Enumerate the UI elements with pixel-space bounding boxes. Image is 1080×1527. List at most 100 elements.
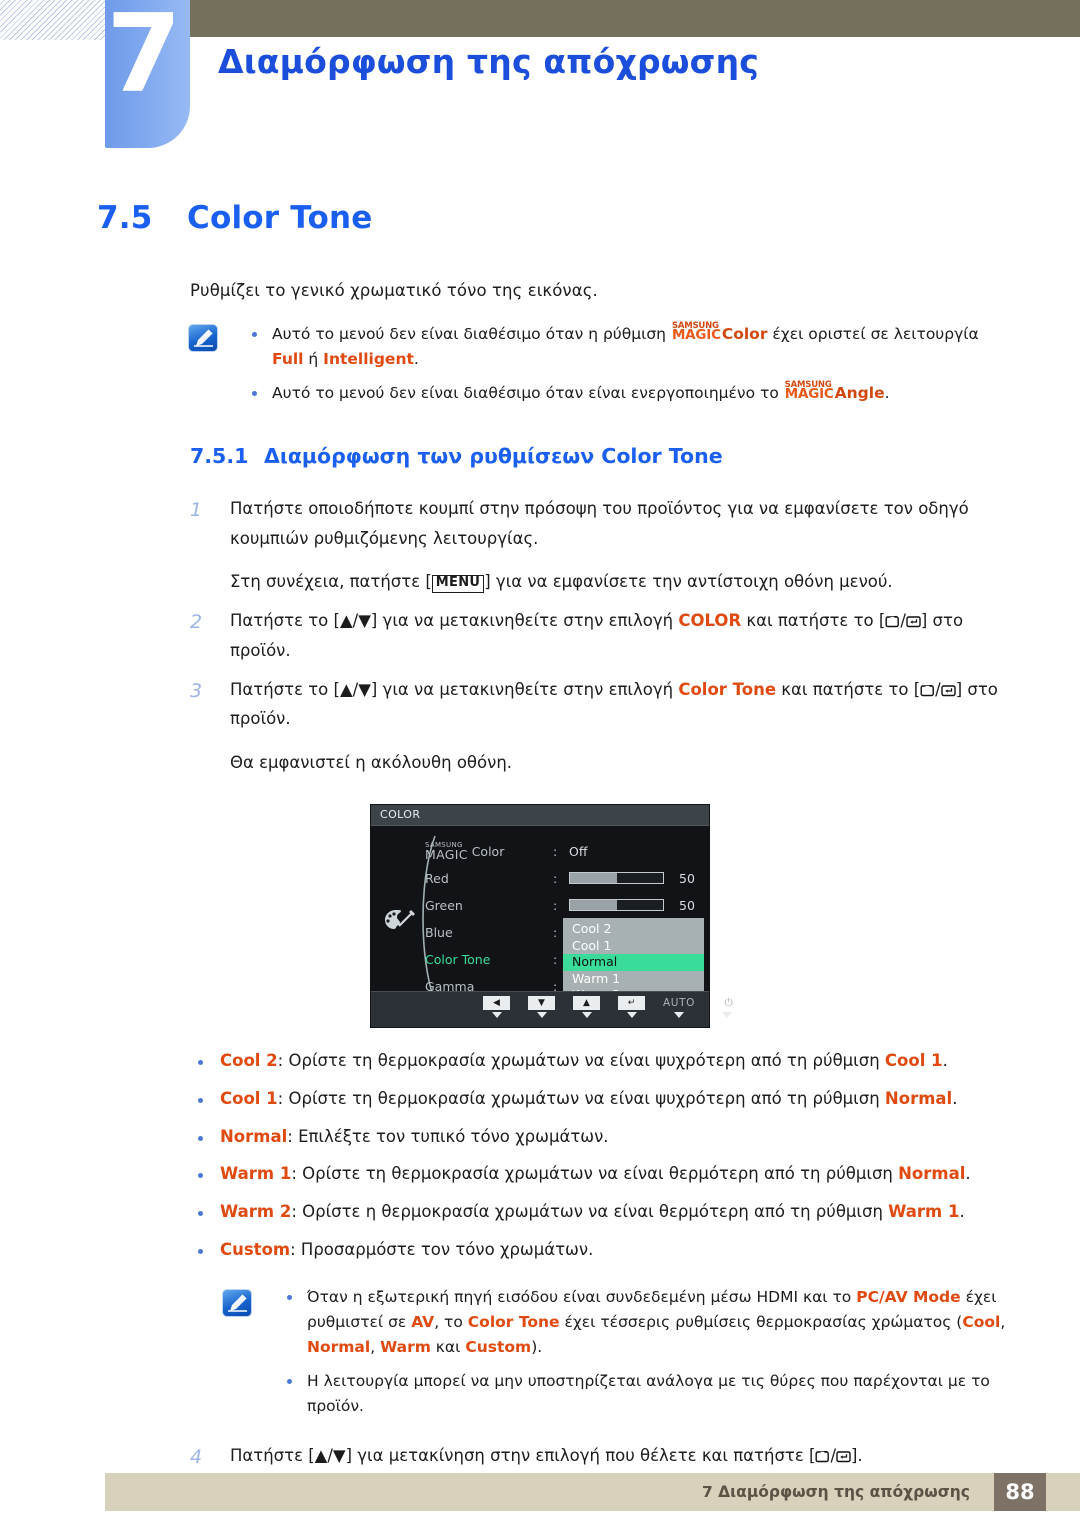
option-text: Ορίστε η θερμοκρασία χρωμάτων να είναι θ…	[302, 1202, 889, 1222]
step-prefix: Πατήστε το [▲/▼] για να μετακινηθείτε στ…	[230, 611, 679, 631]
osd-colon: :	[553, 871, 558, 887]
option-normal: Normal: Επιλέξτε τον τυπικό τόνο χρωμάτω…	[190, 1125, 1005, 1150]
step-4: 4 Πατήστε [▲/▼] για μετακίνηση στην επιλ…	[190, 1441, 1005, 1470]
osd-row-magiccolor[interactable]: SAMSUNG MAGIC Color	[425, 838, 545, 865]
up-arrow-icon: ▲	[573, 996, 600, 1011]
osd-button-up-arrow[interactable]: ▲	[573, 996, 600, 1019]
note-text-b: έχει οριστεί σε λειτουργία	[767, 325, 979, 343]
option-cool1: Cool 1: Ορίστε τη θερμοκρασία χρωμάτων ν…	[190, 1087, 1005, 1112]
note-1-list: Αυτό το μενού δεν είναι διαθέσιμο όταν η…	[190, 322, 1080, 406]
osd-row-green[interactable]: Green	[425, 892, 545, 919]
note-text-b: .	[884, 384, 890, 403]
option-text: Προσαρμόστε τον τόνο χρωμάτων.	[300, 1239, 594, 1259]
note-pen-icon	[222, 1288, 252, 1317]
back-button-icon	[815, 1450, 830, 1463]
osd-magic-main: MAGIC	[425, 847, 468, 863]
osd-samsung-magic-logo: SAMSUNG MAGIC	[425, 842, 468, 861]
osd-row-color-tone[interactable]: Color Tone	[425, 946, 545, 973]
osd-titlebar: COLOR	[371, 805, 709, 827]
palette-icon	[383, 906, 417, 936]
note-item: Αυτό το μενού δεν είναι διαθέσιμο όταν η…	[250, 322, 1010, 372]
osd-row-blue[interactable]: Blue	[425, 919, 545, 946]
step-suffix: ].	[851, 1446, 863, 1466]
option-cool2: Cool 2: Ορίστε τη θερμοκρασία χρωμάτων ν…	[190, 1049, 1005, 1074]
step-mid: και πατήστε το [	[741, 611, 886, 631]
osd-slider-red[interactable]	[569, 872, 664, 885]
step-number: 4	[190, 1446, 203, 1469]
note-text-h: ).	[531, 1337, 543, 1356]
note-text-a: Αυτό το μενού δεν είναι διαθέσιμο όταν η…	[272, 325, 671, 343]
option-sep: :	[287, 1126, 299, 1146]
osd-colon-column: : : : : : :	[553, 838, 557, 1000]
auto-label: AUTO	[663, 997, 695, 1010]
osd-value-red: 50	[569, 865, 704, 892]
substep-suffix: ] για να εμφανίσετε την αντίστοιχη οθόνη…	[484, 572, 893, 592]
footer-chapter-label: 7 Διαμόρφωση της απόχρωσης	[701, 1483, 970, 1501]
osd-dropdown-item-normal[interactable]: Normal	[563, 954, 704, 971]
note-text-d: έχει τέσσερις ρυθμίσεις θερμοκρασίας χρώ…	[559, 1312, 963, 1331]
down-arrow-icon: ▼	[528, 996, 555, 1011]
section-intro: Ρυθμίζει το γενικό χρωματικό τόνο της ει…	[190, 281, 598, 300]
note-item: Η λειτουργία μπορεί να μην υποστηρίζεται…	[285, 1369, 1010, 1419]
enter-icon: ↵	[618, 996, 645, 1011]
enter-button-icon	[941, 684, 956, 697]
osd-slider-green[interactable]	[569, 899, 664, 912]
caret-down-icon	[674, 1012, 684, 1019]
option-text: Ορίστε τη θερμοκρασία χρωμάτων να είναι …	[288, 1088, 885, 1108]
osd-value-column: Off 50 50	[569, 838, 704, 919]
osd-button-auto[interactable]: AUTO	[663, 996, 695, 1019]
subsection-number: 7.5.1	[190, 444, 249, 469]
note-text-c: , το	[434, 1312, 468, 1331]
note-item: Αυτό το μενού δεν είναι διαθέσιμο όταν ε…	[250, 381, 1010, 406]
caret-down-icon	[721, 1012, 732, 1019]
substep-prefix: Στη συνέχεια, πατήστε [	[230, 572, 432, 592]
header-bar	[190, 0, 1080, 37]
step-2: 2 Πατήστε το [▲/▼] για να μετακινηθείτε …	[190, 606, 1005, 665]
osd-magic-word: Color	[471, 844, 505, 860]
osd-row-red[interactable]: Red	[425, 865, 545, 892]
note-highlight-custom: Custom	[465, 1337, 532, 1356]
osd-dropdown-item-warm1[interactable]: Warm 1	[563, 971, 704, 988]
menu-key: MENU	[431, 575, 485, 593]
step-number: 3	[190, 680, 203, 703]
osd-button-enter[interactable]: ↵	[618, 996, 645, 1019]
option-text: Ορίστε τη θερμοκρασία χρωμάτων να είναι …	[288, 1051, 885, 1071]
option-sep: :	[290, 1239, 301, 1259]
note-item: Όταν η εξωτερική πηγή εισόδου είναι συνδ…	[285, 1285, 1010, 1360]
osd-button-power[interactable]: ⏻	[713, 996, 740, 1019]
option-end: .	[959, 1202, 965, 1222]
note-text-d: .	[413, 350, 419, 369]
enter-button-icon	[906, 615, 921, 628]
osd-dropdown-item-cool2[interactable]: Cool 2	[563, 921, 704, 938]
note-text-a: Αυτό το μενού δεν είναι διαθέσιμο όταν ε…	[272, 384, 784, 403]
osd-label-column: SAMSUNG MAGIC Color Red Green Blue Color…	[425, 838, 545, 1000]
note-highlight-pcav: PC/AV Mode	[856, 1287, 961, 1306]
osd-button-down-arrow[interactable]: ▼	[528, 996, 555, 1019]
osd-title: COLOR	[380, 808, 421, 822]
step-substep: Στη συνέχεια, πατήστε [MENU] για να εμφα…	[230, 567, 1005, 596]
step-number: 2	[190, 611, 203, 634]
note-text-c: ή	[303, 350, 324, 369]
step-number: 1	[190, 499, 203, 522]
note-text-a: Όταν η εξωτερική πηγή εισόδου είναι συνδ…	[307, 1287, 857, 1306]
step-substep: Θα εμφανιστεί η ακόλουθη οθόνη.	[230, 752, 513, 772]
option-end: .	[952, 1088, 958, 1108]
option-warm2: Warm 2: Ορίστε η θερμοκρασία χρωμάτων να…	[190, 1200, 1005, 1225]
note-2-list: Όταν η εξωτερική πηγή εισόδου είναι συνδ…	[225, 1285, 1080, 1420]
step-prefix: Πατήστε το [▲/▼] για να μετακινηθείτε στ…	[230, 680, 679, 700]
osd-colon: :	[553, 952, 558, 968]
osd-dropdown-item-cool1[interactable]: Cool 1	[563, 938, 704, 955]
section-title: Color Tone	[187, 200, 373, 236]
option-name: Warm 1	[220, 1164, 292, 1184]
note-highlight-av: AV	[411, 1312, 435, 1331]
osd-button-left-arrow[interactable]: ◀	[483, 996, 510, 1019]
subsection-heading: 7.5.1 Διαμόρφωση των ρυθμίσεων Color Tone	[190, 444, 1080, 468]
back-button-icon	[885, 615, 900, 628]
note-highlight-normal: Normal	[307, 1337, 371, 1356]
osd-value-green: 50	[569, 892, 704, 919]
osd-body: SAMSUNG MAGIC Color Red Green Blue Color…	[371, 826, 709, 1026]
osd-colon: :	[553, 898, 558, 914]
step-highlight: COLOR	[678, 611, 742, 631]
step-prefix: Πατήστε [▲/▼] για μετακίνηση στην επιλογ…	[230, 1446, 816, 1466]
osd-number-red: 50	[679, 871, 695, 887]
